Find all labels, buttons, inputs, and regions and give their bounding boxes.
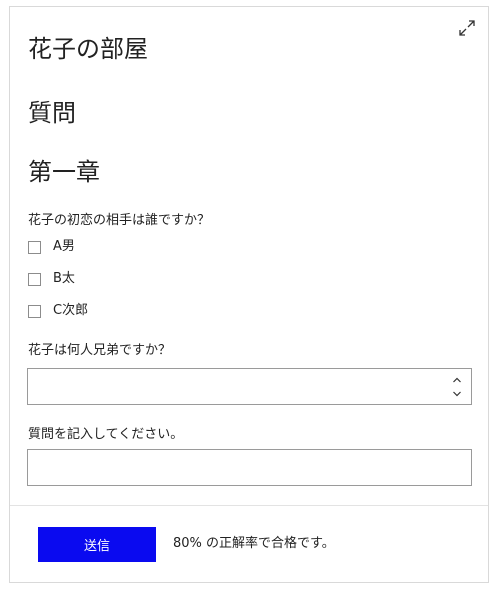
option-a[interactable]: A男 (28, 237, 75, 257)
sibling-count-field (27, 368, 472, 405)
room-title: 花子の部屋 (28, 35, 148, 63)
chapter-title: 第一章 (28, 158, 100, 186)
expand-icon (459, 20, 475, 36)
question-3-label: 質問を記入してください。 (28, 427, 184, 442)
option-c-checkbox[interactable] (28, 304, 41, 318)
question-2-label: 花子は何人兄弟ですか？ (28, 343, 172, 358)
chevron-down-icon (453, 391, 461, 397)
chevron-up-icon (453, 377, 461, 383)
section-title: 質問 (28, 99, 76, 127)
option-c-label: C次郎 (53, 303, 89, 318)
question-input[interactable] (28, 450, 471, 485)
question-field (27, 449, 472, 486)
option-b-label: B太 (53, 271, 75, 286)
quiz-card: 花子の部屋 質問 第一章 花子の初恋の相手は誰ですか？ A男 B太 C次郎 花子… (9, 6, 489, 583)
submit-button[interactable]: 送信 (38, 527, 156, 562)
pass-threshold-note: 80% の正解率で合格です。 (173, 536, 335, 551)
sibling-count-input[interactable] (28, 369, 448, 404)
question-1-label: 花子の初恋の相手は誰ですか？ (28, 213, 211, 228)
expand-button[interactable] (458, 19, 476, 37)
stepper-up-button[interactable] (451, 374, 463, 386)
option-b-checkbox[interactable] (28, 272, 41, 286)
option-a-label: A男 (53, 239, 75, 254)
quantity-stepper (451, 373, 463, 401)
footer-divider (10, 505, 488, 506)
stepper-down-button[interactable] (451, 388, 463, 400)
option-b[interactable]: B太 (28, 269, 75, 289)
option-c[interactable]: C次郎 (28, 301, 88, 321)
option-a-checkbox[interactable] (28, 240, 41, 254)
